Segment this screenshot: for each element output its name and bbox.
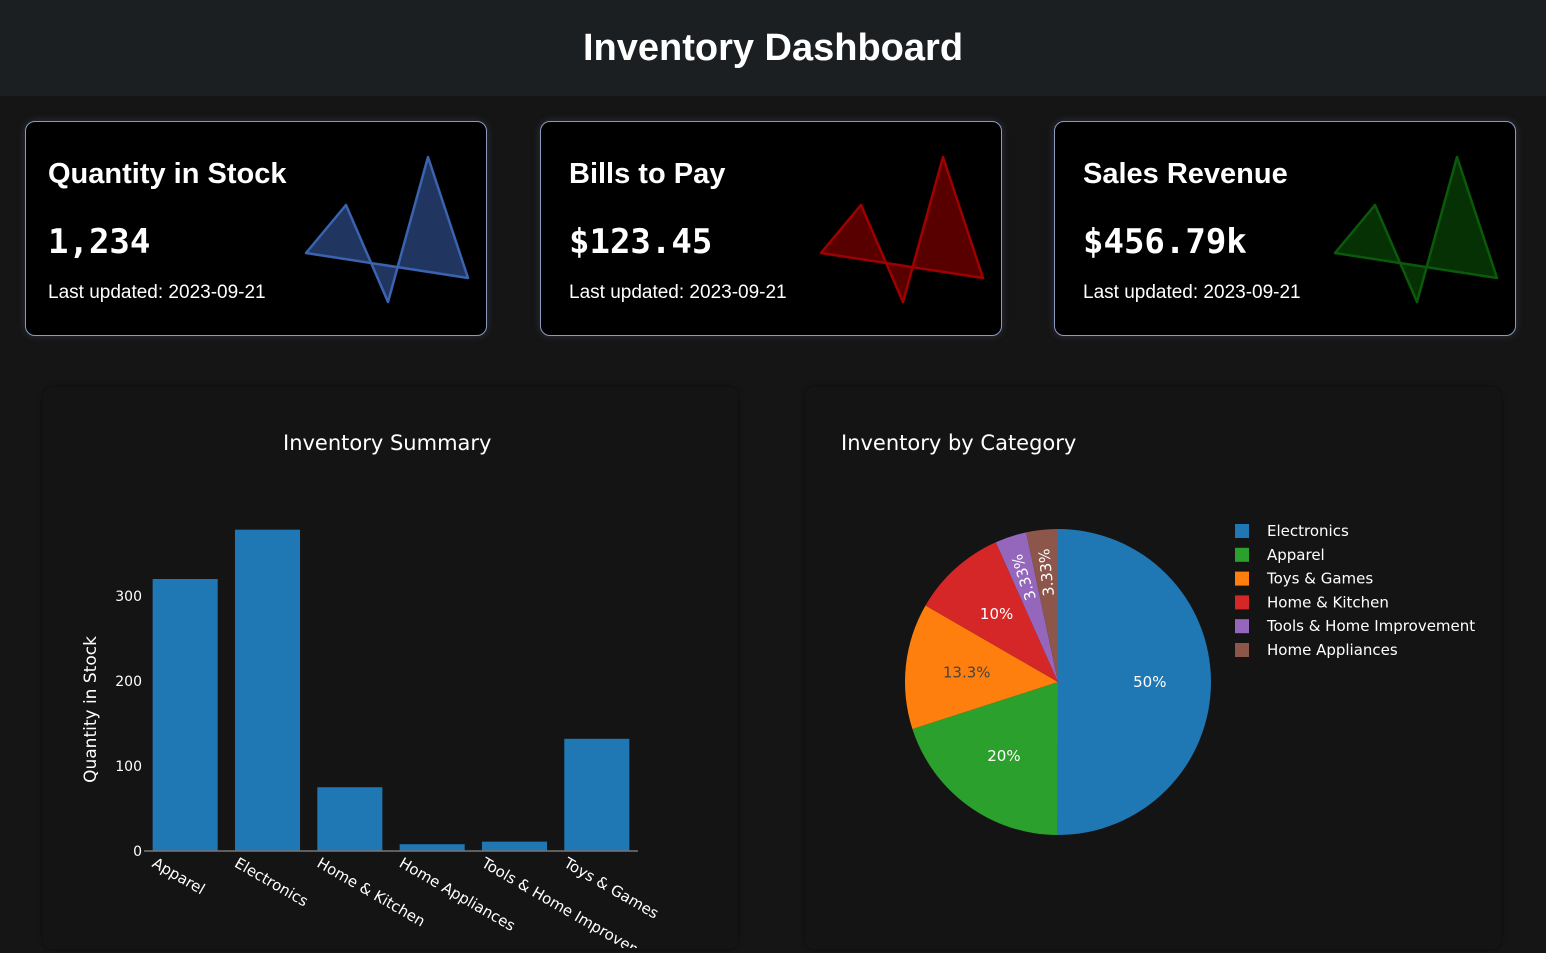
page-title: Inventory Dashboard	[582, 26, 964, 69]
card-quantity-in-stock: Quantity in Stock 1,234 Last updated: 20…	[25, 121, 487, 336]
pie-slice-label: 10%	[980, 605, 1013, 623]
y-tick-label: 300	[115, 589, 142, 605]
legend-swatch	[1235, 643, 1249, 657]
sparkline	[1333, 155, 1499, 304]
bar[interactable]	[152, 579, 218, 851]
sparkline	[819, 155, 985, 304]
sparkline-shape	[304, 155, 470, 304]
sparkline	[304, 155, 470, 304]
card-bills-to-pay: Bills to Pay $123.45 Last updated: 2023-…	[540, 121, 1002, 336]
legend-swatch	[1235, 524, 1249, 538]
legend-item[interactable]: Home Appliances	[1267, 641, 1398, 659]
legend-item[interactable]: Toys & Games	[1266, 570, 1373, 588]
y-axis-label: Quantity in Stock	[81, 636, 101, 783]
legend-item[interactable]: Tools & Home Improvement	[1266, 617, 1475, 635]
x-tick-label: Electronics	[232, 854, 312, 911]
legend-item[interactable]: Apparel	[1267, 546, 1325, 564]
card-sales-revenue: Sales Revenue $456.79k Last updated: 202…	[1054, 121, 1516, 336]
pie-chart[interactable]: 50%20%13.3%10%3.33%3.33%ElectronicsAppar…	[806, 388, 1500, 948]
y-tick-label: 100	[115, 759, 142, 775]
bar[interactable]	[399, 844, 465, 851]
bar[interactable]	[481, 841, 548, 851]
chart-title: Inventory Summary	[283, 431, 492, 455]
sparkline-shape	[819, 155, 985, 304]
chart-title: Inventory by Category	[841, 431, 1077, 455]
y-tick-label: 0	[133, 844, 142, 860]
legend-item[interactable]: Home & Kitchen	[1267, 593, 1389, 611]
pie-slice-label: 20%	[987, 747, 1020, 765]
dashboard-header: Inventory Dashboard	[0, 0, 1546, 96]
bar[interactable]	[317, 787, 383, 851]
pie-slice-label: 50%	[1133, 673, 1166, 691]
y-tick-label: 200	[115, 674, 142, 690]
legend-swatch	[1235, 595, 1249, 610]
pie-slice-label: 13.3%	[943, 663, 991, 681]
inventory-by-category-panel: Inventory by Category 50% 20% 13.3% 10% 3.33…	[806, 388, 1500, 948]
inventory-summary-panel: Inventory Summary 0 100 200 300 Quantity in …	[44, 388, 737, 953]
legend-swatch	[1235, 571, 1249, 586]
x-tick-label: Apparel	[149, 854, 208, 898]
legend-swatch	[1235, 619, 1249, 634]
sparkline-shape	[1333, 155, 1499, 304]
legend-item[interactable]: Electronics	[1267, 522, 1349, 540]
bar[interactable]	[234, 529, 301, 851]
bar-chart[interactable]: 0 100 200 300 Quantity in Stock Apparel Electr…	[44, 388, 737, 953]
bar[interactable]	[564, 738, 630, 851]
legend-swatch	[1235, 547, 1249, 562]
